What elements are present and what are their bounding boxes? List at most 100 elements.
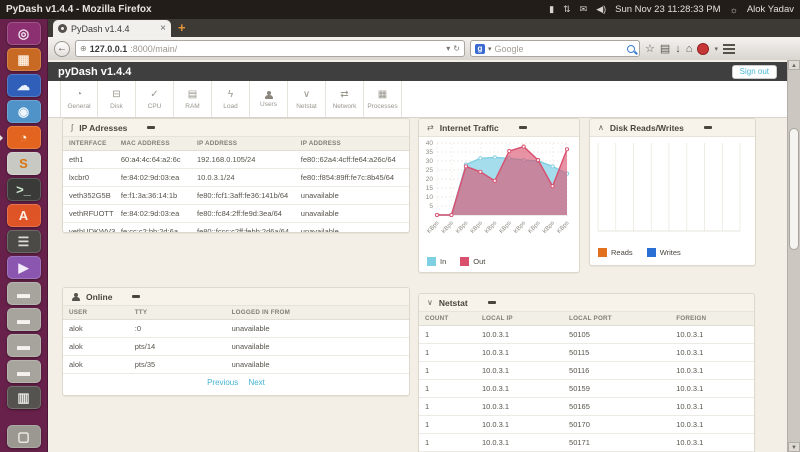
scroll-down-icon[interactable]: ▼ [788,442,800,452]
indicator-icon[interactable]: ▮ [549,4,554,15]
table-row: 110.0.3.15017010.0.3.1 [419,416,754,434]
disk-chart [590,137,747,240]
launcher-disc-burner-icon[interactable]: ◉ [7,100,41,123]
sign-out-button[interactable]: Sign out [732,65,777,79]
search-icon[interactable] [627,45,635,53]
collapse-button[interactable] [488,301,496,304]
table-cell: fe:cc:c2:bb:2d:6a [115,223,191,234]
downloads-icon[interactable]: ↓ [675,43,681,55]
session-username[interactable]: Alok Yadav [747,4,794,15]
search-engine-dropdown-icon[interactable]: ▾ [488,45,492,53]
browser-tab[interactable]: PyDash v1.4.4 × [53,20,171,37]
table-cell: 50115 [563,344,670,362]
svg-text:KBps: KBps [528,220,542,235]
nav-item-netstat[interactable]: ∨Netstat [288,81,326,117]
next-link[interactable]: Next [248,378,264,387]
column-header: FOREIGN [670,312,754,326]
url-dropdown-icon[interactable]: ▾ [446,44,450,53]
table-cell: fe80::fccc:c2ff:febb:2d6a/64 [191,223,295,234]
table-cell: pts/35 [129,356,226,374]
launcher-video-editor-icon[interactable]: ▥ [7,386,41,409]
search-bar[interactable]: g ▾ Google [470,40,640,57]
launcher-software-center-icon[interactable]: A [7,204,41,227]
launcher-sublime-text-icon[interactable]: S [7,152,41,175]
nav-item-ram[interactable]: ▤RAM [174,81,212,117]
collapse-button[interactable] [704,126,712,129]
launcher-system-settings-icon[interactable]: ☰ [7,230,41,253]
session-gear-icon[interactable]: ☼ [730,5,738,15]
table-cell: 1 [419,416,476,434]
tray-icons: ▮ ⇅ ✉ ◀) [549,4,606,15]
legend-swatch [460,257,469,266]
scrollbar-thumb[interactable] [789,128,799,250]
table-cell: 10.0.3.1 [476,416,563,434]
nav-item-disk[interactable]: ⊟Disk [98,81,136,117]
back-button[interactable]: ← [54,41,70,57]
table-cell: alok [63,338,129,356]
table-row: 110.0.3.15016510.0.3.1 [419,398,754,416]
legend-item: Reads [598,248,633,257]
home-icon[interactable]: ⌂ [686,43,693,55]
launcher-thunderbird-icon[interactable]: ☁ [7,74,41,97]
bookmark-star-icon[interactable]: ☆ [645,42,655,55]
nav-item-cpu[interactable]: ✓CPU [136,81,174,117]
table-cell: 50159 [563,380,670,398]
menu-icon[interactable] [723,44,735,54]
launcher-media-player-icon[interactable]: ▶ [7,256,41,279]
panel-netstat: ∨ Netstat COUNTLOCAL IPLOCAL PORTFOREIGN… [418,293,755,452]
svg-text:KBps: KBps [470,220,484,235]
table-cell: 10.0.3.1 [476,326,563,344]
bookmarks-menu-icon[interactable]: ▤ [660,42,670,55]
load-icon: ϟ [228,89,233,101]
new-tab-button[interactable]: + [178,21,186,35]
clock[interactable]: Sun Nov 23 11:28:33 PM [615,4,720,15]
launcher-terminal-icon[interactable]: >_ [7,178,41,201]
general-icon: ◔ [76,89,82,101]
vertical-scrollbar[interactable]: ▲ ▼ [787,60,800,452]
nav-item-load[interactable]: ϟLoad [212,81,250,117]
mail-icon[interactable]: ✉ [580,4,588,15]
tab-title: PyDash v1.4.4 [71,24,156,34]
launcher-ubuntu-dash-icon[interactable]: ◎ [7,22,41,45]
adblock-dropdown-icon[interactable]: ▾ [714,45,718,53]
firefox-window: PyDash v1.4.4 × + ← ⊕ 127.0.0.1 :8000/ma… [48,19,800,452]
table-cell: 1 [419,380,476,398]
column-header: USER [63,306,129,320]
column-header: IP ADDRESS [295,137,409,151]
nav-item-users[interactable]: Users [250,81,288,117]
table-cell: veth352G5B [63,187,115,205]
adblock-icon[interactable] [697,43,709,55]
nav-item-processes[interactable]: ▦Processes [364,81,402,117]
launcher-files-icon[interactable]: ▦ [7,48,41,71]
launcher-drive-4-icon[interactable]: ▬ [7,360,41,383]
url-bar[interactable]: ⊕ 127.0.0.1 :8000/main/ ▾ ↻ [75,40,465,57]
volume-icon[interactable]: ◀) [596,4,606,15]
panel-title: IP Adresses [79,123,127,133]
tab-close-icon[interactable]: × [160,23,166,34]
launcher-drive-3-icon[interactable]: ▬ [7,334,41,357]
table-cell: lxcbr0 [63,169,115,187]
google-engine-icon[interactable]: g [475,44,485,54]
table-row: alok:0unavailable [63,320,409,338]
nav-item-general[interactable]: ◔General [60,81,98,117]
launcher-drive-2-icon[interactable]: ▬ [7,308,41,331]
collapse-button[interactable] [132,295,140,298]
launcher-drive-1-icon[interactable]: ▬ [7,282,41,305]
previous-link[interactable]: Previous [207,378,238,387]
scroll-up-icon[interactable]: ▲ [788,60,800,70]
table-cell: 1 [419,344,476,362]
tab-bar: PyDash v1.4.4 × + [48,19,800,37]
disk-legend: ReadsWrites [590,245,755,257]
collapse-button[interactable] [519,126,527,129]
panel-title: Internet Traffic [440,123,499,133]
launcher-firefox-icon[interactable]: ◔ [7,126,41,149]
column-header: INTERFACE [63,137,115,151]
table-row: veth352G5Bfe:f1:3a:36:14:1bfe80::fcf1:3a… [63,187,409,205]
svg-text:KBps: KBps [513,220,527,235]
collapse-button[interactable] [147,126,155,129]
launcher-trash-icon[interactable]: ▢ [7,425,41,448]
network-arrows-icon[interactable]: ⇅ [563,4,571,15]
table-cell: 1 [419,326,476,344]
nav-item-network[interactable]: ⇄Network [326,81,364,117]
reload-icon[interactable]: ↻ [453,44,460,53]
